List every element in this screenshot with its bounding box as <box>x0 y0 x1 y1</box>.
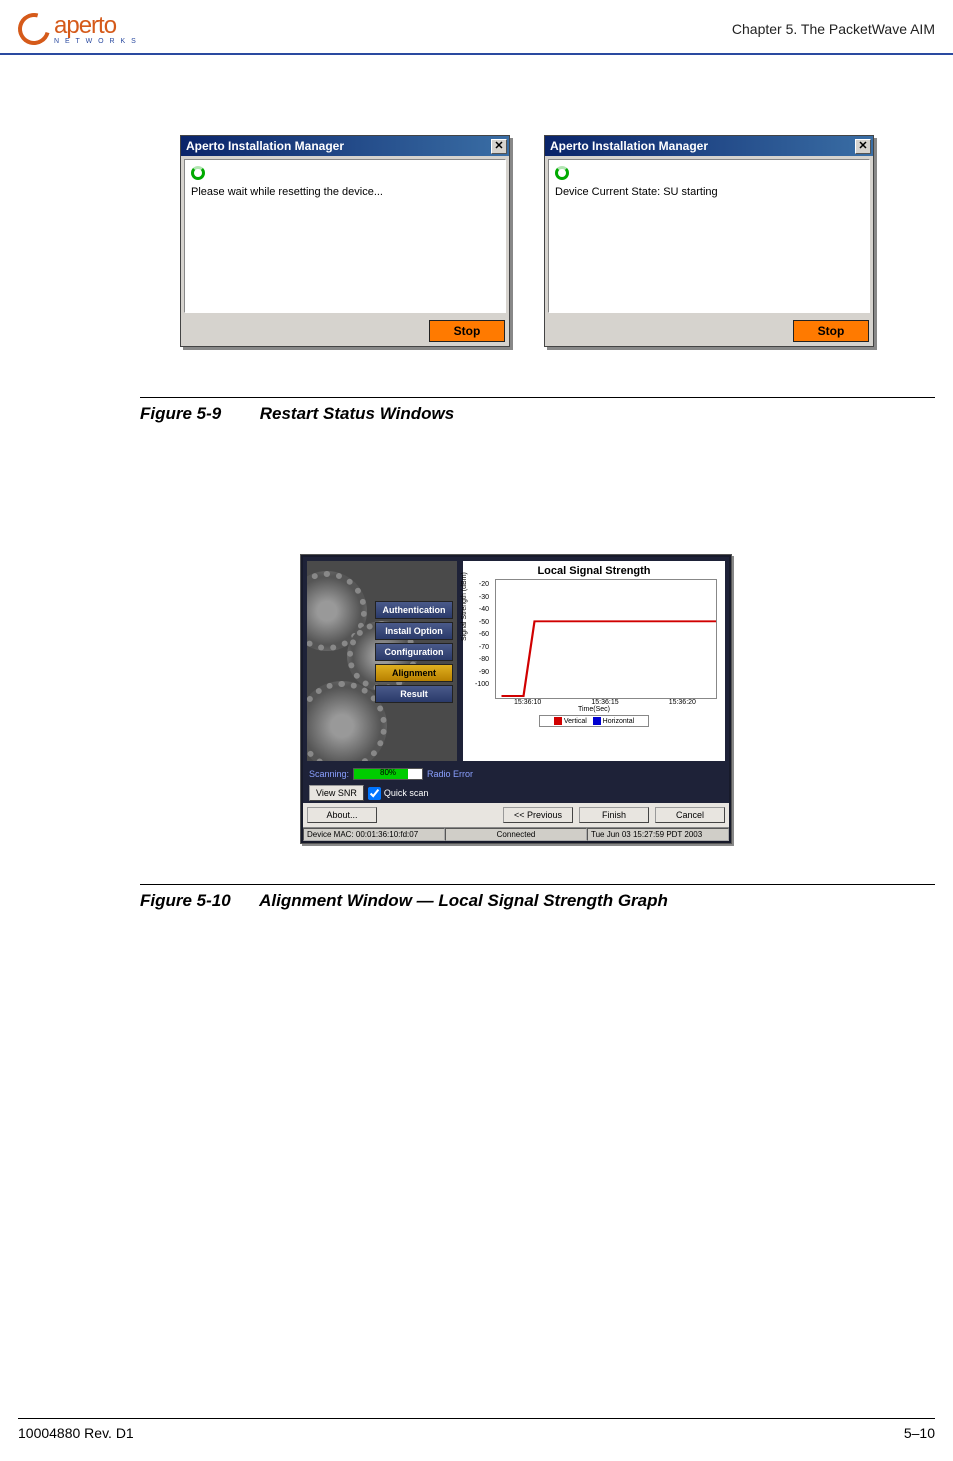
dialog-title: Aperto Installation Manager <box>550 139 708 153</box>
dialog-message: Device Current State: SU starting <box>555 186 863 198</box>
restart-dialog-b: Aperto Installation Manager ✕ Device Cur… <box>544 135 874 347</box>
spinner-icon <box>191 166 205 180</box>
figure-rule <box>140 397 935 398</box>
figure-title: Restart Status Windows <box>260 404 454 423</box>
chart-title: Local Signal Strength <box>467 565 721 577</box>
alignment-window: Authentication Install Option Configurat… <box>300 554 732 844</box>
logo-subtext: N E T W O R K S <box>54 38 138 45</box>
page-number: 5–10 <box>904 1425 935 1441</box>
close-icon[interactable]: ✕ <box>491 139 507 154</box>
chart-line-icon <box>496 580 716 698</box>
legend-swatch-horizontal-icon <box>593 717 601 725</box>
page-header: aperto N E T W O R K S Chapter 5. The Pa… <box>0 0 953 55</box>
nav-install-option[interactable]: Install Option <box>375 622 453 640</box>
dialog-message: Please wait while resetting the device..… <box>191 186 499 198</box>
chart-plot-area <box>495 579 717 699</box>
signal-chart-panel: Local Signal Strength Signal Strength (d… <box>463 561 725 761</box>
radio-error-label: Radio Error <box>427 769 473 779</box>
status-bar: Device MAC: 00:01:36:10:fd:07 Connected … <box>303 827 729 841</box>
status-time: Tue Jun 03 15:27:59 PDT 2003 <box>587 828 729 841</box>
dialog-body: Device Current State: SU starting <box>548 159 870 313</box>
close-icon[interactable]: ✕ <box>855 139 871 154</box>
previous-button[interactable]: << Previous <box>503 807 573 823</box>
chart-legend: Vertical Horizontal <box>539 715 649 727</box>
stop-button[interactable]: Stop <box>429 320 505 342</box>
legend-swatch-vertical-icon <box>554 717 562 725</box>
nav-configuration[interactable]: Configuration <box>375 643 453 661</box>
figure-rule <box>140 884 935 885</box>
quick-scan-input[interactable] <box>368 787 381 800</box>
gear-panel: Authentication Install Option Configurat… <box>307 561 457 761</box>
dialog-title: Aperto Installation Manager <box>186 139 344 153</box>
status-mac: Device MAC: 00:01:36:10:fd:07 <box>303 828 445 841</box>
figure-title: Alignment Window — Local Signal Strength… <box>259 891 668 910</box>
doc-revision: 10004880 Rev. D1 <box>18 1425 134 1441</box>
chart-y-label: Signal Strength (dBm) <box>461 572 468 641</box>
logo-swoosh-icon <box>12 7 56 51</box>
titlebar[interactable]: Aperto Installation Manager ✕ <box>545 136 873 156</box>
scan-progress: 80% <box>353 768 423 780</box>
progress-text: 80% <box>354 768 422 777</box>
figure-number: Figure 5-9 <box>140 404 255 424</box>
chart-x-ticks: 15:36:10 15:36:15 15:36:20 <box>489 699 721 706</box>
figure-5-9-caption: Figure 5-9 Restart Status Windows <box>140 404 935 424</box>
scanning-label: Scanning: <box>309 769 349 779</box>
scan-row: Scanning: 80% Radio Error <box>303 765 729 783</box>
quick-scan-checkbox[interactable]: Quick scan <box>368 787 429 800</box>
titlebar[interactable]: Aperto Installation Manager ✕ <box>181 136 509 156</box>
nav-result[interactable]: Result <box>375 685 453 703</box>
view-snr-button[interactable]: View SNR <box>309 785 364 801</box>
page-footer: 10004880 Rev. D1 5–10 <box>18 1418 935 1441</box>
status-connection: Connected <box>445 828 587 841</box>
nav-authentication[interactable]: Authentication <box>375 601 453 619</box>
dialog-body: Please wait while resetting the device..… <box>184 159 506 313</box>
chart-y-ticks: -20-30 -40-50 -60-70 -80-90 -100 <box>473 579 489 692</box>
restart-dialog-a: Aperto Installation Manager ✕ Please wai… <box>180 135 510 347</box>
chapter-reference: Chapter 5. The PacketWave AIM <box>732 21 935 37</box>
nav-alignment[interactable]: Alignment <box>375 664 453 682</box>
spinner-icon <box>555 166 569 180</box>
stop-button[interactable]: Stop <box>793 320 869 342</box>
figure-number: Figure 5-10 <box>140 891 255 911</box>
figure-5-10-caption: Figure 5-10 Alignment Window — Local Sig… <box>140 891 935 911</box>
finish-button[interactable]: Finish <box>579 807 649 823</box>
cancel-button[interactable]: Cancel <box>655 807 725 823</box>
chart-x-label: Time(Sec) <box>467 706 721 713</box>
logo-text: aperto <box>54 12 138 40</box>
logo: aperto N E T W O R K S <box>18 12 138 45</box>
about-button[interactable]: About... <box>307 807 377 823</box>
